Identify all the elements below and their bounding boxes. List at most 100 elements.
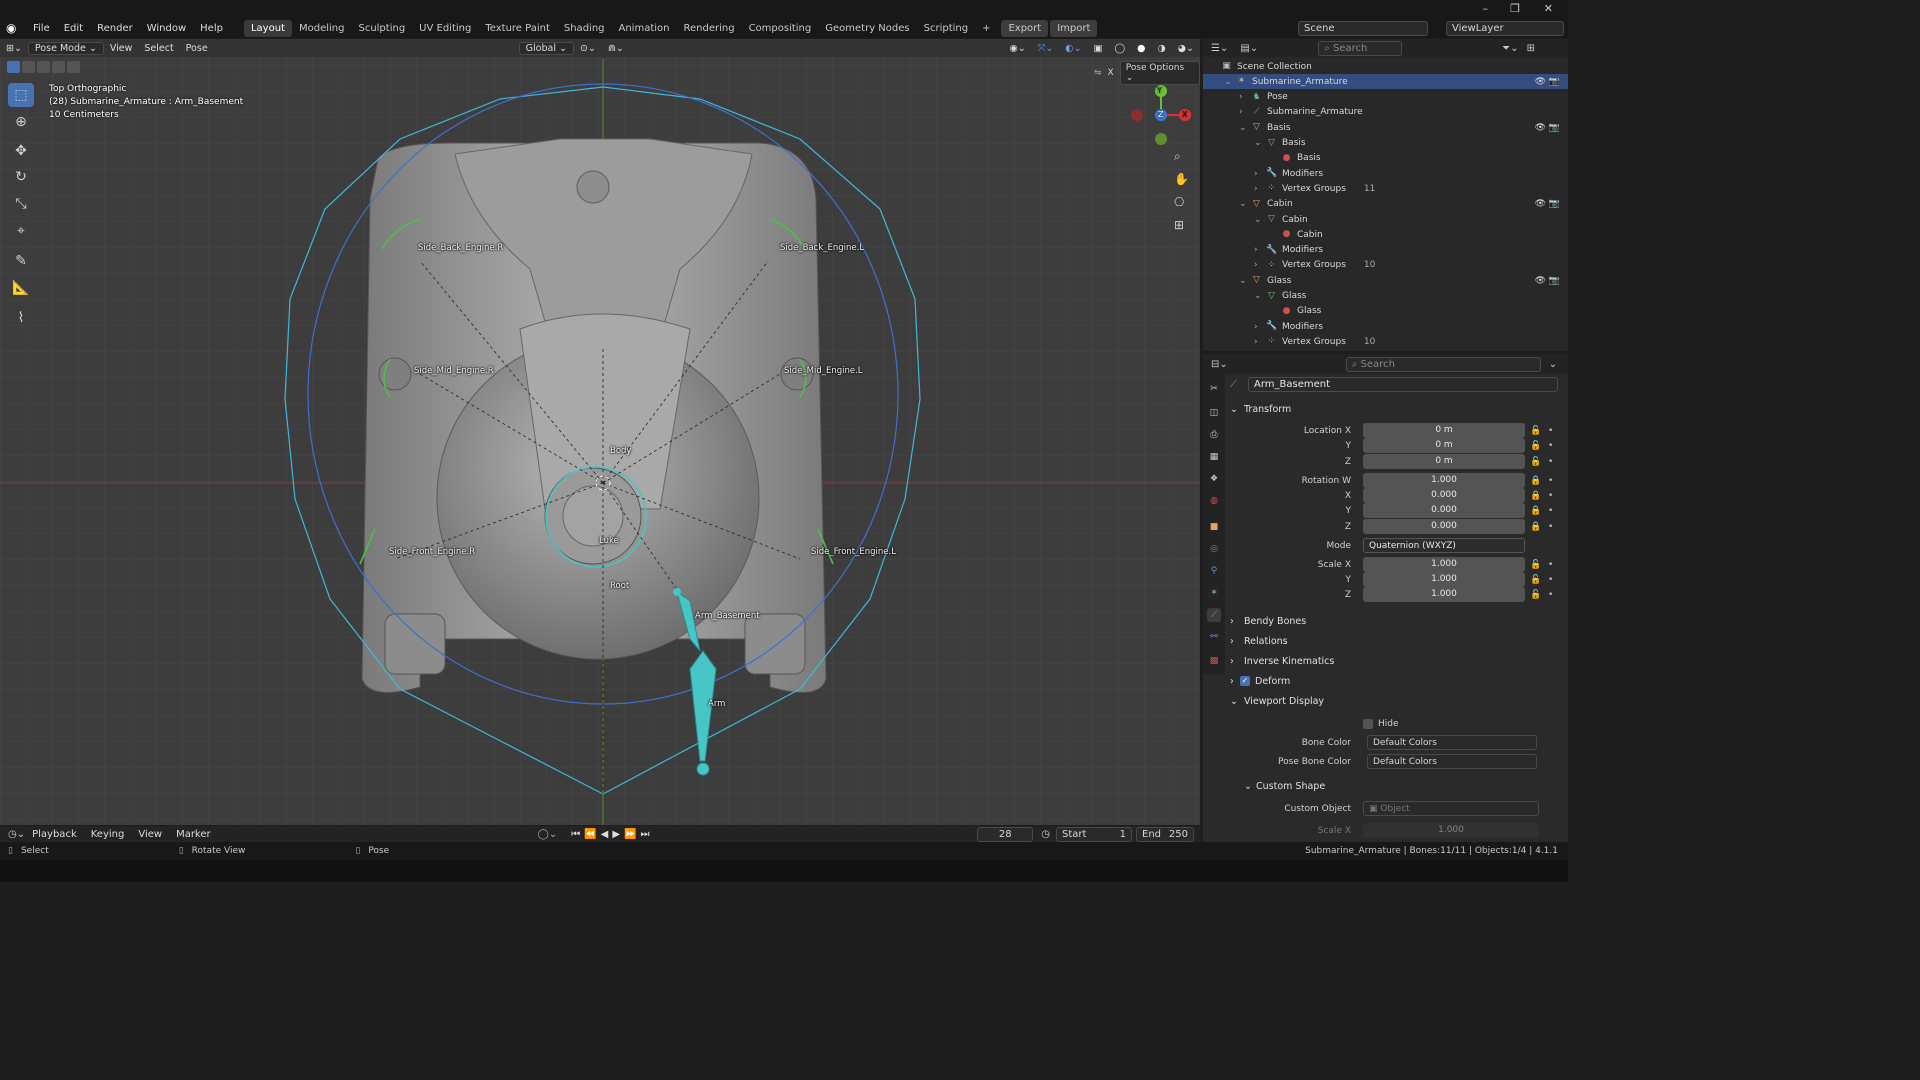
viewport-display-section[interactable]: ⌄ Viewport Display (1230, 692, 1565, 710)
keyframe-dot-icon[interactable]: • (1548, 426, 1553, 436)
select-box-tool[interactable]: ⬚ (8, 83, 34, 107)
bone-constraints-tab-icon[interactable]: ⚯ (1207, 630, 1221, 644)
new-collection-icon[interactable]: ⊞ (1527, 43, 1535, 54)
pose-tool[interactable]: ⌇ (8, 306, 34, 330)
tab-animation[interactable]: Animation (612, 20, 677, 37)
object-tab-icon[interactable]: ■ (1207, 520, 1221, 534)
import-button[interactable]: Import (1050, 19, 1098, 37)
tab-texture-paint[interactable]: Texture Paint (478, 20, 557, 37)
relations-section[interactable]: › Relations (1230, 632, 1565, 650)
tab-compositing[interactable]: Compositing (742, 20, 819, 37)
pose-options-dropdown[interactable]: Pose Options ⌄ (1119, 61, 1200, 85)
scale-z-field[interactable]: 1.000 (1363, 587, 1525, 602)
properties-editor-icon[interactable]: ⊟⌄ (1211, 359, 1228, 370)
inverse-kinematics-section[interactable]: › Inverse Kinematics (1230, 652, 1565, 670)
bone-tab-icon[interactable]: ⟋ (1207, 608, 1221, 622)
bendy-bones-section[interactable]: › Bendy Bones (1230, 612, 1565, 630)
expand-toggle-icon[interactable]: › (1254, 169, 1266, 179)
scene-selector[interactable]: Scene (1298, 20, 1428, 36)
material-shading-icon[interactable]: ◑ (1151, 43, 1171, 54)
tab-shading[interactable]: Shading (557, 20, 612, 37)
menu-pose[interactable]: Pose (180, 43, 214, 54)
mode-selector[interactable]: Pose Mode ⌄ (27, 41, 104, 55)
overlays-icon[interactable]: ◐⌄ (1059, 43, 1087, 54)
view-layer-tab-icon[interactable]: ▦ (1207, 450, 1221, 464)
select-mode-intersect-icon[interactable] (67, 61, 80, 73)
expand-toggle-icon[interactable]: ⌄ (1254, 291, 1266, 301)
preview-range-icon[interactable]: ◷ (1041, 829, 1050, 840)
custom-object-field[interactable]: ▣ Object (1363, 801, 1539, 816)
menu-render[interactable]: Render (90, 23, 140, 34)
render-camera-icon[interactable]: 📷 (1549, 123, 1560, 133)
pose-bone-color-dropdown[interactable]: Default Colors (1367, 754, 1537, 769)
constraints-tab-icon[interactable]: ⚲ (1207, 564, 1221, 578)
ortho-grid-icon[interactable]: ⊞ (1174, 218, 1184, 232)
pan-hand-icon[interactable]: ✋ (1174, 172, 1189, 186)
render-camera-icon[interactable]: 📷 (1549, 276, 1560, 286)
keyframe-dot-icon[interactable]: • (1548, 441, 1553, 451)
rotate-tool[interactable]: ↻ (8, 165, 34, 189)
location-y-field[interactable]: 0 m (1363, 438, 1525, 453)
tool-tab-icon[interactable]: ✂ (1207, 382, 1221, 396)
tab-geometry-nodes[interactable]: Geometry Nodes (818, 20, 916, 37)
menu-file[interactable]: File (26, 23, 57, 34)
render-camera-icon[interactable]: 📷 (1549, 199, 1560, 209)
timeline-editor-icon[interactable]: ◷⌄ (8, 829, 25, 840)
keyframe-dot-icon[interactable]: • (1548, 590, 1553, 600)
tab-layout[interactable]: Layout (243, 19, 292, 37)
menu-edit[interactable]: Edit (57, 23, 90, 34)
expand-toggle-icon[interactable]: ⌄ (1254, 138, 1266, 148)
rotation-mode-dropdown[interactable]: Quaternion (WXYZ) (1363, 538, 1525, 553)
location-x-field[interactable]: 0 m (1363, 423, 1525, 438)
world-tab-icon[interactable]: ◍ (1207, 494, 1221, 508)
outliner-row[interactable]: ⌄ ▽ Glass (1203, 289, 1568, 304)
menu-select[interactable]: Select (138, 43, 179, 54)
output-tab-icon[interactable]: ⎙ (1207, 428, 1221, 442)
menu-marker[interactable]: Marker (169, 829, 218, 840)
arm-basement-head-joint[interactable] (673, 588, 681, 596)
select-mode-extend-icon[interactable] (22, 61, 35, 73)
outliner-row[interactable]: ⌄ ▽ Basis (1203, 136, 1568, 151)
select-mode-subtract-icon[interactable] (37, 61, 50, 73)
start-frame-field[interactable]: Start 1 (1056, 826, 1132, 842)
maximize-button[interactable]: ❐ (1510, 2, 1520, 15)
solid-shading-icon[interactable]: ● (1131, 43, 1151, 54)
outliner-row[interactable]: ⌄ ▽ Cabin 👁 📷 (1203, 197, 1568, 212)
expand-toggle-icon[interactable]: › (1254, 337, 1266, 347)
keyframe-dot-icon[interactable]: • (1548, 575, 1553, 585)
menu-keying[interactable]: Keying (84, 829, 132, 840)
measure-tool[interactable]: 📐 (8, 276, 34, 300)
expand-toggle-icon[interactable]: ⌄ (1239, 199, 1251, 209)
visibility-eye-icon[interactable]: 👁 (1535, 123, 1546, 133)
lock-icon[interactable]: 🔓 (1530, 575, 1541, 585)
keyframe-dot-icon[interactable]: • (1548, 522, 1553, 532)
pivot-point-icon[interactable]: ⊙⌄ (574, 43, 602, 54)
menu-playback[interactable]: Playback (25, 829, 84, 840)
properties-search-input[interactable]: ⌕ Search (1345, 356, 1541, 372)
view-layer-selector[interactable]: ViewLayer (1446, 20, 1564, 36)
outliner-row[interactable]: ● Cabin (1203, 227, 1568, 242)
location-z-field[interactable]: 0 m (1363, 454, 1525, 469)
display-mode-icon[interactable]: ▤⌄ (1240, 43, 1258, 54)
properties-options-icon[interactable]: ⌄ (1549, 359, 1557, 370)
end-frame-field[interactable]: End 250 (1136, 826, 1194, 842)
expand-toggle-icon[interactable]: › (1239, 107, 1251, 117)
expand-toggle-icon[interactable]: ⌄ (1254, 215, 1266, 225)
close-window-button[interactable]: ✕ (1544, 2, 1553, 15)
lock-icon[interactable]: 🔒 (1530, 522, 1541, 532)
select-mode-invert-icon[interactable] (52, 61, 65, 73)
editor-type-icon[interactable]: ⊞⌄ (0, 43, 28, 54)
expand-toggle-icon[interactable]: ⌄ (1224, 77, 1236, 87)
bone-name-field[interactable]: Arm_Basement (1248, 376, 1558, 392)
xray-icon[interactable]: ▣ (1088, 43, 1109, 54)
export-button[interactable]: Export (1001, 19, 1049, 37)
transform-orientation-dropdown[interactable]: Global ⌄ (518, 41, 574, 55)
outliner-editor-icon[interactable]: ☰⌄ (1211, 43, 1228, 54)
current-frame-field[interactable]: 28 (977, 826, 1034, 842)
camera-view-icon[interactable]: ⎔ (1174, 195, 1184, 209)
blender-logo-icon[interactable]: ◉ (6, 21, 26, 35)
outliner-row[interactable]: ⌄ ▽ Basis 👁 📷 (1203, 120, 1568, 135)
keyframe-dot-icon[interactable]: • (1548, 506, 1553, 516)
add-workspace-button[interactable]: + (975, 20, 997, 37)
annotate-tool[interactable]: ✎ (8, 249, 34, 273)
